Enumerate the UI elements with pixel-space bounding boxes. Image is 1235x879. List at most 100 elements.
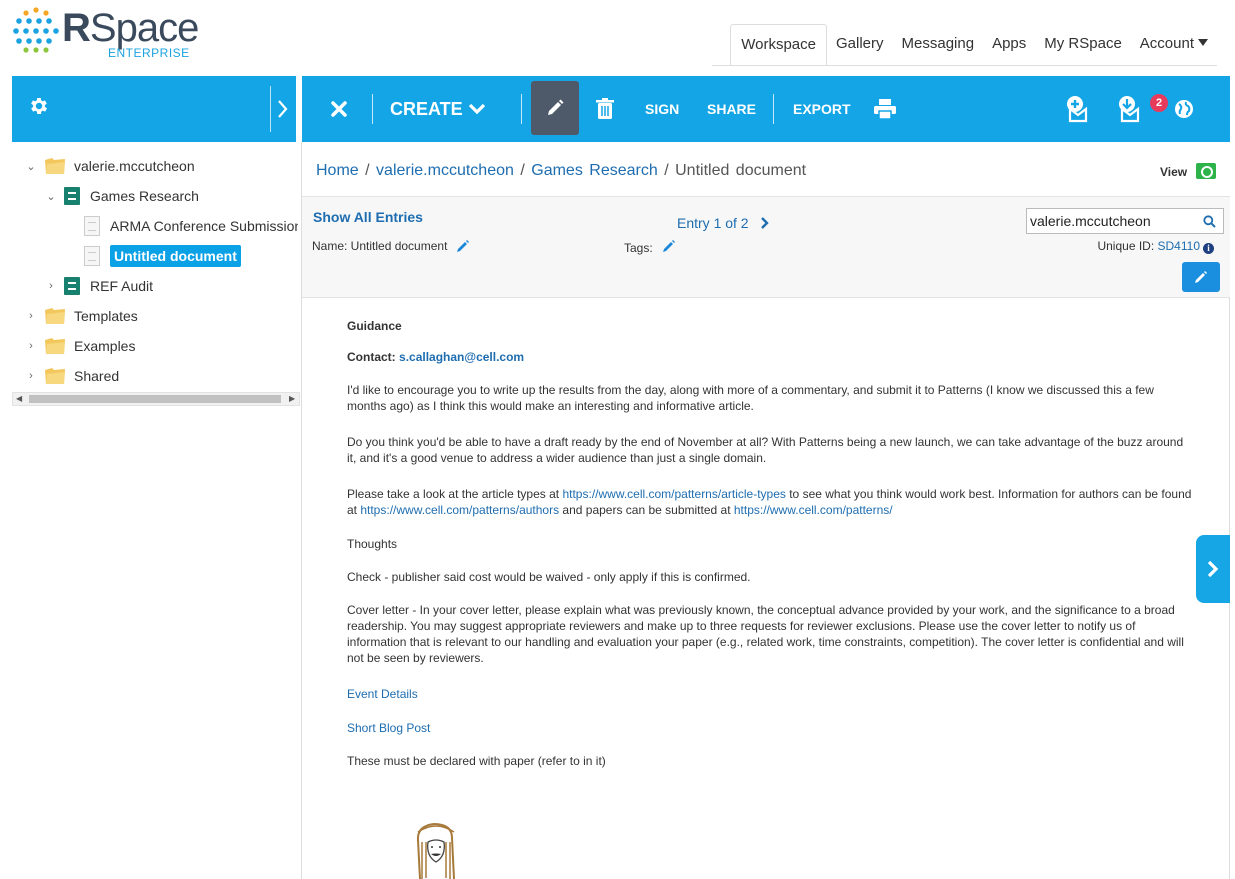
rspace-logo[interactable]: RSpace ENTERPRISE (12, 4, 212, 62)
folder-icon (45, 308, 65, 324)
sidebar-toolbar (12, 76, 296, 142)
tree-item-arma-submission[interactable]: ARMA Conference Submission (84, 213, 298, 239)
nav-workspace[interactable]: Workspace (730, 24, 827, 66)
app-header: RSpace ENTERPRISE Workspace Gallery Mess… (0, 0, 1235, 68)
folder-icon (45, 158, 65, 174)
view-label: View (1160, 165, 1188, 179)
scrollbar-thumb[interactable] (29, 395, 281, 403)
tree-item-ref-audit[interactable]: › REF Audit (44, 273, 153, 299)
nav-messaging[interactable]: Messaging (893, 24, 984, 66)
event-details-link-wrap: Event Details (347, 686, 1192, 702)
sidebar-toolbar-divider (270, 86, 271, 132)
nav-account-label: Account (1139, 35, 1194, 52)
chevron-right-icon[interactable]: › (24, 340, 38, 352)
search-icon[interactable] (1203, 215, 1216, 228)
create-button[interactable]: CREATE (390, 76, 486, 142)
info-icon[interactable]: i (1203, 243, 1214, 254)
chevron-right-icon[interactable]: › (44, 280, 58, 292)
create-request-button[interactable] (1064, 76, 1092, 142)
paragraph-thoughts: Thoughts (347, 537, 398, 551)
scroll-right-icon[interactable]: ▶ (289, 394, 295, 403)
view-mode-icon[interactable] (1196, 163, 1216, 179)
notebook-icon (64, 187, 80, 205)
patterns-link[interactable]: https://www.cell.com/patterns/ (734, 503, 893, 517)
notification-badge: 2 (1150, 94, 1168, 112)
tree-item-label: Shared (74, 368, 120, 384)
gear-icon[interactable] (28, 95, 50, 117)
pencil-icon[interactable] (456, 239, 470, 253)
trash-icon (596, 98, 614, 119)
top-navigation: Workspace Gallery Messaging Apps My RSpa… (730, 24, 1217, 66)
chevron-down-icon[interactable]: ⌄ (24, 160, 38, 173)
share-button[interactable]: SHARE (707, 76, 756, 142)
edit-button[interactable] (531, 81, 579, 135)
chevron-right-icon[interactable]: › (24, 370, 38, 382)
globe-icon (1175, 100, 1193, 118)
export-button[interactable]: EXPORT (793, 76, 851, 142)
document-icon (84, 246, 100, 266)
edit-document-button[interactable] (1182, 262, 1220, 292)
paragraph-article-types: Please take a look at the article types … (347, 486, 1192, 518)
breadcrumb-notebook[interactable]: Games Research (531, 162, 658, 179)
breadcrumb-home[interactable]: Home (316, 162, 359, 179)
incoming-requests-button[interactable] (1116, 76, 1146, 142)
chevron-right-icon[interactable] (760, 217, 770, 229)
pencil-icon[interactable] (662, 239, 676, 253)
request-add-icon (1067, 96, 1088, 123)
scroll-left-icon[interactable]: ◀ (16, 394, 22, 403)
breadcrumb-separator: / (664, 162, 669, 179)
paragraph-encourage: I'd like to encourage you to write up th… (347, 383, 1154, 413)
toolbar-divider (521, 94, 522, 124)
unique-id-link[interactable]: SD4110 (1158, 239, 1200, 253)
chevron-right-icon[interactable]: › (24, 310, 38, 322)
close-button[interactable] (330, 76, 348, 142)
document-tags: Tags: (624, 239, 676, 255)
paragraph-check: Check - publisher said cost would be wai… (347, 570, 751, 584)
tree-item-shared[interactable]: › Shared (24, 363, 119, 389)
tree-item-label: REF Audit (90, 278, 154, 294)
entry-navigation[interactable]: Entry 1 of 2 (677, 215, 770, 231)
nav-account[interactable]: Account (1131, 24, 1217, 66)
paragraph-draft: Do you think you'd be able to have a dra… (347, 435, 1184, 465)
pencil-icon (548, 99, 564, 115)
short-blog-post-link[interactable]: Short Blog Post (347, 721, 430, 735)
tree-item-templates[interactable]: › Templates (24, 303, 138, 329)
export-label: EXPORT (793, 101, 851, 117)
caret-down-icon (1198, 39, 1208, 46)
article-types-link[interactable]: https://www.cell.com/patterns/article-ty… (562, 487, 785, 501)
nav-my-rspace[interactable]: My RSpace (1035, 24, 1131, 66)
search-input[interactable] (1030, 212, 1194, 230)
print-icon (874, 99, 896, 119)
sign-button[interactable]: SIGN (645, 76, 679, 142)
contact-email-link[interactable]: s.callaghan@cell.com (399, 350, 524, 364)
nav-gallery[interactable]: Gallery (827, 24, 893, 66)
toolbar-divider (773, 94, 774, 124)
tree-item-untitled-document[interactable]: Untitled document (84, 243, 241, 269)
tree-horizontal-scrollbar[interactable]: ◀ ▶ (12, 392, 300, 406)
delete-button[interactable] (596, 76, 614, 142)
tree-item-label: ARMA Conference Submission (110, 218, 298, 234)
breadcrumb-user[interactable]: valerie.mccutcheon (376, 162, 514, 179)
show-all-entries-link[interactable]: Show All Entries (313, 209, 423, 225)
logo-wordmark: RSpace (62, 6, 199, 50)
close-icon (331, 101, 347, 117)
unique-id: Unique ID: SD4110 i (1097, 239, 1214, 254)
folder-icon (45, 338, 65, 354)
contact-line: Contact: s.callaghan@cell.com (347, 349, 1192, 365)
expand-side-panel-button[interactable] (1196, 535, 1230, 603)
tree-item-games-research[interactable]: ⌄ Games Research (44, 183, 199, 209)
tree-item-root[interactable]: ⌄ valerie.mccutcheon (24, 153, 195, 179)
authors-link[interactable]: https://www.cell.com/patterns/authors (360, 503, 559, 517)
event-details-link[interactable]: Event Details (347, 687, 418, 701)
chevron-right-icon (1207, 560, 1219, 578)
print-button[interactable] (874, 76, 896, 142)
chevron-right-icon[interactable] (276, 96, 290, 122)
chevron-down-icon[interactable]: ⌄ (44, 190, 58, 203)
entry-label: Entry 1 of 2 (677, 215, 749, 231)
tree-item-label: Games Research (90, 188, 199, 204)
nav-apps[interactable]: Apps (983, 24, 1035, 66)
unique-id-label: Unique ID: (1097, 239, 1155, 253)
public-link-button[interactable] (1174, 76, 1194, 142)
guidance-text: Guidance (347, 319, 402, 333)
tree-item-examples[interactable]: › Examples (24, 333, 135, 359)
